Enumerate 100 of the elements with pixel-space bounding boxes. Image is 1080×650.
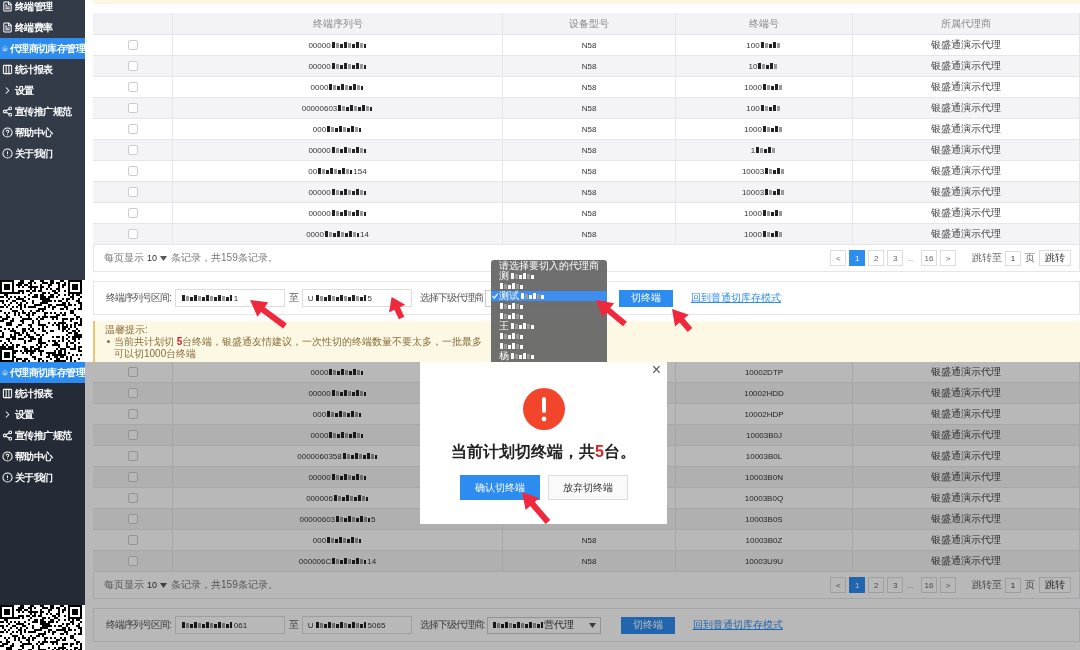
pointer-arrow [389,297,406,320]
sidebar-item[interactable]: 统计报表 [0,59,85,80]
table-cell: 000 [173,119,503,139]
close-button[interactable]: × [651,362,661,378]
next-page-button[interactable]: > [940,577,956,593]
serial-from-field[interactable]: 061 [174,616,285,634]
page-size-select[interactable]: 10 [147,253,157,263]
table-cell: 0000 [173,77,503,97]
row-checkbox[interactable] [127,514,138,524]
page-input[interactable]: 1 [1005,250,1021,266]
page-unit-label: 页 [1025,578,1035,592]
table-cell: N58 [503,98,676,118]
page-button[interactable]: 3 [887,250,904,266]
row-checkbox[interactable] [127,535,138,545]
column-header: 终端序列号 [173,13,503,34]
row-checkbox[interactable] [127,208,138,218]
agent-select[interactable]: 营代理 [486,616,601,634]
row-checkbox[interactable] [127,124,138,134]
row-checkbox[interactable] [127,229,138,239]
prev-page-button[interactable]: < [830,577,847,593]
table-cell: 10003B0Q [676,488,853,508]
row-checkbox[interactable] [127,82,138,92]
table-cell: 00000603 [173,98,503,118]
prev-page-button[interactable]: < [830,250,847,266]
row-checkbox[interactable] [127,103,138,113]
page-unit-label: 页 [1025,251,1035,265]
page-button[interactable]: 2 [868,577,885,593]
to-label: 至 [288,618,299,632]
row-checkbox[interactable] [127,451,138,461]
row-checkbox[interactable] [127,61,138,71]
page-button[interactable]: 3 [887,577,904,593]
table-cell: 银盛通演示代理 [931,122,1001,136]
sidebar-item[interactable]: 设置 [0,404,85,425]
column-header: 设备型号 [503,13,676,34]
page-button[interactable]: 16 [921,577,937,593]
table-cell: N58 [503,119,676,139]
caret-icon [160,255,167,261]
row-checkbox[interactable] [127,409,138,419]
row-checkbox[interactable] [127,166,138,176]
table-cell: 银盛通演示代理 [931,164,1001,178]
help-icon [2,127,13,138]
serial-to-field[interactable]: U 5065 [301,616,412,634]
row-checkbox[interactable] [127,145,138,155]
sidebar-item[interactable]: 帮助中心 [0,122,85,143]
row-checkbox[interactable] [127,472,138,482]
table-cell: 银盛通演示代理 [931,533,1001,547]
page-button[interactable]: 16 [921,250,937,266]
row-checkbox[interactable] [127,367,138,377]
pointer-arrow [596,300,627,327]
row-checkbox[interactable] [127,493,138,503]
row-checkbox[interactable] [127,40,138,50]
table-cell: 000006C 14 [173,551,503,571]
row-checkbox[interactable] [127,430,138,440]
dropdown-option[interactable]: 测 [491,271,536,281]
sidebar-item[interactable]: 帮助中心 [0,446,85,467]
sidebar-item[interactable]: 终端费率 [0,17,85,38]
tip-title: 温馨提示: [105,323,148,335]
share-icon [2,430,13,441]
table-cell: 银盛通演示代理 [931,227,1001,241]
sidebar-item[interactable]: 宣传推广规范 [0,425,85,446]
dropdown-option[interactable]: 杨 [491,351,536,361]
table-cell: 银盛通演示代理 [931,143,1001,157]
table-cell: N58 [503,551,676,571]
table-cell: 10 [676,56,853,76]
jump-label: 跳转至 [972,251,1002,265]
page-input[interactable]: 1 [1005,577,1021,593]
table-cell: 10003B0S [676,509,853,529]
check-icon [492,293,498,299]
sidebar-item[interactable]: 关于我们 [0,143,85,164]
dropdown-option[interactable]: 请选择要切入的代理商 [491,261,599,271]
pointer-arrow [250,300,287,329]
table-cell: 银盛通演示代理 [931,407,1001,421]
table-cell: 银盛通演示代理 [931,449,1001,463]
column-header: 所属代理商 [853,13,1080,34]
dropdown-option[interactable]: 王 [491,321,536,331]
serial-to-field[interactable]: U 5 [301,289,412,307]
table-cell: 00000 [173,35,503,55]
sidebar-item[interactable]: 终端管理 [0,0,85,17]
sidebar-item[interactable]: 关于我们 [0,467,85,488]
table-cell: 100 [676,35,853,55]
tip-text: 当前共计划切 5台终端，银盛通友情建议，一次性切的终端数量不要太多，一批最多可以切1000台终端 [114,335,484,360]
cancel-button[interactable]: 放弃切终端 [547,475,628,500]
next-page-button[interactable]: > [940,250,956,266]
sidebar-item[interactable]: 设置 [0,80,85,101]
sidebar-item[interactable]: 宣传推广规范 [0,101,85,122]
page-size-select[interactable]: 10 [147,580,157,590]
table-cell: 10003U9U [676,551,853,571]
table-cell: 00000 [173,140,503,160]
row-checkbox[interactable] [127,556,138,566]
table-cell: 1000 [676,203,853,223]
sidebar-item[interactable]: 统计报表 [0,383,85,404]
table-cell: 银盛通演示代理 [931,386,1001,400]
jump-button[interactable]: 跳转 [1039,250,1071,266]
table-cell: 10003B0L [676,446,853,466]
row-checkbox[interactable] [127,187,138,197]
page-button[interactable]: 2 [868,250,885,266]
row-checkbox[interactable] [127,388,138,398]
serial-from-field[interactable]: 1 [174,289,285,307]
normal-mode-link[interactable]: 回到普通切库存模式 [690,291,781,305]
jump-button[interactable]: 跳转 [1039,577,1071,593]
